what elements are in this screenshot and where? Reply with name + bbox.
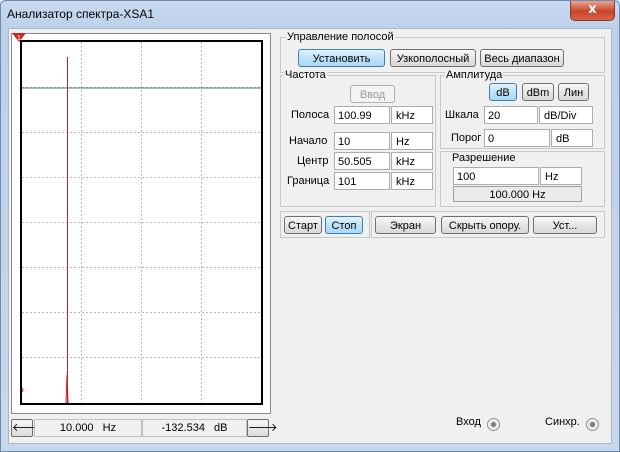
start-unit-select[interactable]: Hz (391, 132, 433, 150)
cursor-level-value: -132.534 (161, 422, 205, 434)
threshold-label: Порог (451, 132, 482, 144)
cursor-level-readout: -132.534 dB (142, 419, 247, 437)
input-terminal-icon[interactable] (487, 418, 500, 431)
amplitude-dbm-button[interactable]: dBm (522, 83, 554, 101)
close-button[interactable]: x (570, 1, 615, 21)
span-unit-select[interactable]: kHz (391, 106, 433, 124)
arrow-right-icon: 🡒 (248, 421, 278, 434)
resolution-readout: 100.000 Hz (453, 186, 582, 202)
amplitude-lin-button[interactable]: Лин (558, 83, 589, 101)
center-label: Центр (297, 155, 329, 167)
narrowband-button[interactable]: Узкополосный (390, 49, 476, 67)
window-title: Анализатор спектра-XSA1 (7, 7, 155, 21)
scale-input[interactable]: 20 (484, 106, 538, 124)
frequency-title: Частота (284, 69, 327, 81)
end-unit-select[interactable]: kHz (391, 172, 433, 190)
sync-terminal-icon[interactable] (586, 418, 599, 431)
end-input[interactable]: 101 (334, 172, 390, 190)
span-input[interactable]: 100.99 (334, 106, 390, 124)
settings-button[interactable]: Уст... (533, 216, 597, 234)
marker-label: 1 (17, 35, 21, 42)
amplitude-title: Амплитуда (445, 69, 504, 81)
marker-flag-icon[interactable]: 1 (12, 33, 26, 42)
resolution-unit-select[interactable]: Hz (540, 167, 582, 185)
close-icon: x (588, 2, 597, 17)
cursor-frequency-value: 10.000 (59, 422, 94, 434)
amplitude-db-button[interactable]: dB (489, 83, 517, 101)
end-label: Граница (287, 175, 330, 187)
span-label: Полоса (291, 109, 330, 121)
input-terminal-label: Вход (456, 416, 481, 428)
center-input[interactable]: 50.505 (334, 152, 390, 170)
frequency-enter-button[interactable]: Ввод (350, 85, 395, 103)
cursor-level-unit: dB (214, 422, 228, 434)
scale-unit-select[interactable]: dB/Div (539, 106, 593, 124)
stop-button[interactable]: Стоп (325, 216, 363, 234)
resolution-input[interactable]: 100 (453, 167, 539, 185)
scale-label: Шкала (445, 109, 479, 121)
cursor-handle (22, 387, 24, 393)
cursor-navigation: 🡐 10.000 Hz -132.534 dB 🡒 (11, 419, 278, 437)
start-label: Начало (289, 135, 328, 147)
full-range-button[interactable]: Весь диапазон (480, 49, 564, 67)
start-button[interactable]: Старт (284, 216, 322, 234)
band-control-title: Управление полосой (286, 31, 395, 43)
threshold-input[interactable]: 0 (484, 129, 550, 147)
spectrum-plot[interactable] (20, 40, 263, 405)
set-band-button[interactable]: Установить (298, 49, 385, 67)
cursor-frequency-unit: Hz (102, 422, 117, 434)
grid-lines (22, 42, 261, 403)
spectrum-grid (22, 42, 261, 403)
cursor-left-button[interactable]: 🡐 (11, 419, 42, 437)
sync-terminal-label: Синхр. (545, 416, 580, 428)
center-unit-select[interactable]: kHz (391, 152, 433, 170)
cursor-frequency-readout: 10.000 Hz (34, 419, 142, 437)
hide-reference-button[interactable]: Скрыть опору. (441, 216, 529, 234)
start-input[interactable]: 10 (334, 132, 390, 150)
threshold-unit: dB (551, 129, 593, 147)
cursor-right-button[interactable]: 🡒 (247, 419, 278, 437)
resolution-title: Разрешение (451, 152, 517, 164)
screen-button[interactable]: Экран (375, 216, 436, 234)
